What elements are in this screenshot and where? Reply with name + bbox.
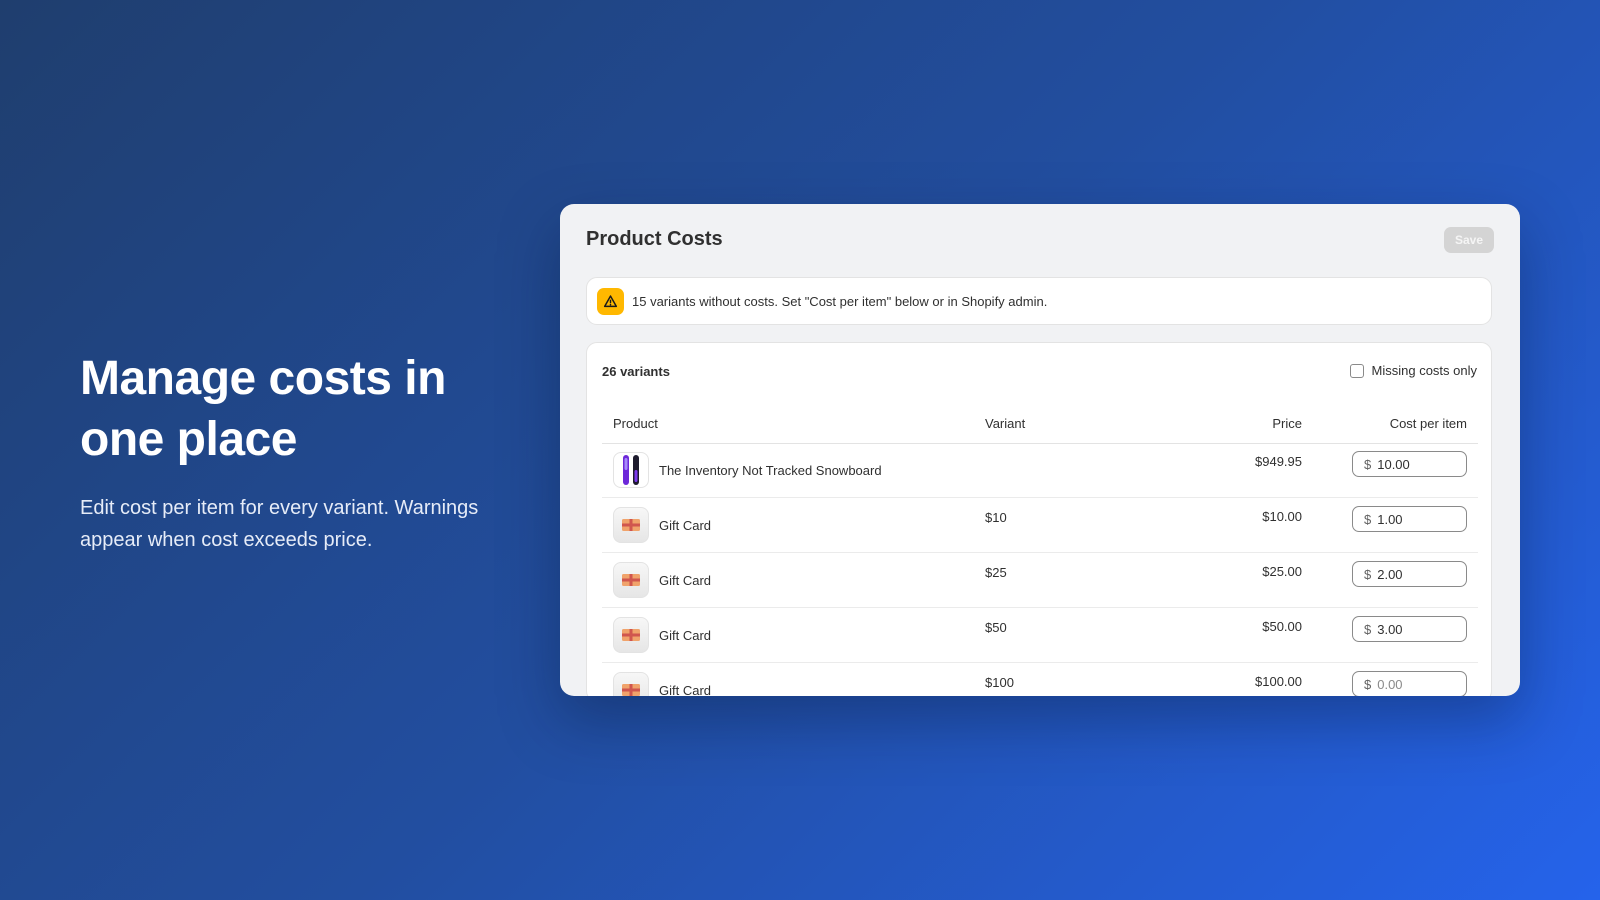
table-row: Gift Card $50 $50.00 $ 3.00: [602, 608, 1478, 663]
cost-per-item-input[interactable]: $ 2.00: [1352, 561, 1467, 587]
save-button[interactable]: Save: [1444, 227, 1494, 253]
product-price: $50.00: [1262, 619, 1302, 634]
product-price: $25.00: [1262, 564, 1302, 579]
currency-prefix: $: [1364, 566, 1372, 582]
table-row: Gift Card $100 $100.00 $ 0.00: [602, 663, 1478, 696]
table-header: Product Variant Price Cost per item: [602, 403, 1478, 444]
variant-name: $10: [985, 510, 1007, 525]
cost-value[interactable]: 1.00: [1377, 512, 1402, 527]
variants-card: 26 variants Missing costs only Product V…: [586, 342, 1492, 696]
hero-subtitle: Edit cost per item for every variant. Wa…: [80, 497, 479, 551]
product-price: $100.00: [1255, 674, 1302, 689]
gift-card-thumbnail: [613, 562, 649, 598]
cost-per-item-input[interactable]: $ 3.00: [1352, 616, 1467, 642]
gift-card-thumbnail: [613, 672, 649, 696]
currency-prefix: $: [1364, 676, 1372, 692]
table-row: Gift Card $10 $10.00 $ 1.00: [602, 498, 1478, 553]
snowboard-thumbnail: [613, 452, 649, 488]
hero-title: Manage costs in one place: [80, 352, 446, 466]
product-name: Gift Card: [659, 628, 712, 643]
missing-costs-checkbox[interactable]: [1349, 363, 1364, 378]
table-body: The Inventory Not Tracked Snowboard $949…: [602, 443, 1478, 696]
column-header-cost: Cost per item: [1389, 416, 1467, 431]
page-title: Product Costs: [586, 228, 723, 250]
warning-icon: [597, 287, 624, 315]
currency-prefix: $: [1364, 456, 1372, 472]
currency-prefix: $: [1364, 511, 1372, 527]
cost-per-item-input[interactable]: $ 1.00: [1352, 506, 1467, 532]
cost-per-item-input[interactable]: $ 10.00: [1352, 451, 1467, 477]
missing-costs-label: Missing costs only: [1371, 363, 1477, 378]
table-row: The Inventory Not Tracked Snowboard $949…: [602, 443, 1478, 498]
variant-count: 26 variants: [602, 364, 670, 379]
product-name: The Inventory Not Tracked Snowboard: [659, 463, 882, 478]
app-window: Product Costs Save 15 variants without c…: [560, 204, 1520, 696]
product-name: Gift Card: [659, 573, 712, 588]
variant-name: $100: [985, 675, 1014, 690]
warning-banner: 15 variants without costs. Set "Cost per…: [586, 277, 1492, 325]
table-row: Gift Card $25 $25.00 $ 2.00: [602, 553, 1478, 608]
gift-card-thumbnail: [613, 617, 649, 653]
product-name: Gift Card: [659, 683, 712, 696]
product-price: $949.95: [1255, 454, 1302, 469]
currency-prefix: $: [1364, 621, 1372, 637]
column-header-product: Product: [613, 416, 658, 431]
cost-value[interactable]: 10.00: [1377, 457, 1410, 472]
cost-per-item-input[interactable]: $ 0.00: [1352, 671, 1467, 696]
variant-name: $25: [985, 565, 1007, 580]
product-name: Gift Card: [659, 518, 712, 533]
cost-value[interactable]: 3.00: [1377, 622, 1402, 637]
cost-value[interactable]: 2.00: [1377, 567, 1402, 582]
gift-card-thumbnail: [613, 507, 649, 543]
warning-banner-text: 15 variants without costs. Set "Cost per…: [632, 293, 1048, 309]
hero-section: Manage costs in one place Edit cost per …: [80, 348, 500, 556]
column-header-variant: Variant: [985, 416, 1026, 431]
column-header-price: Price: [1272, 416, 1302, 431]
variant-name: $50: [985, 620, 1007, 635]
cost-value[interactable]: 0.00: [1377, 677, 1402, 692]
missing-costs-filter[interactable]: Missing costs only: [1349, 363, 1477, 378]
product-price: $10.00: [1262, 509, 1302, 524]
